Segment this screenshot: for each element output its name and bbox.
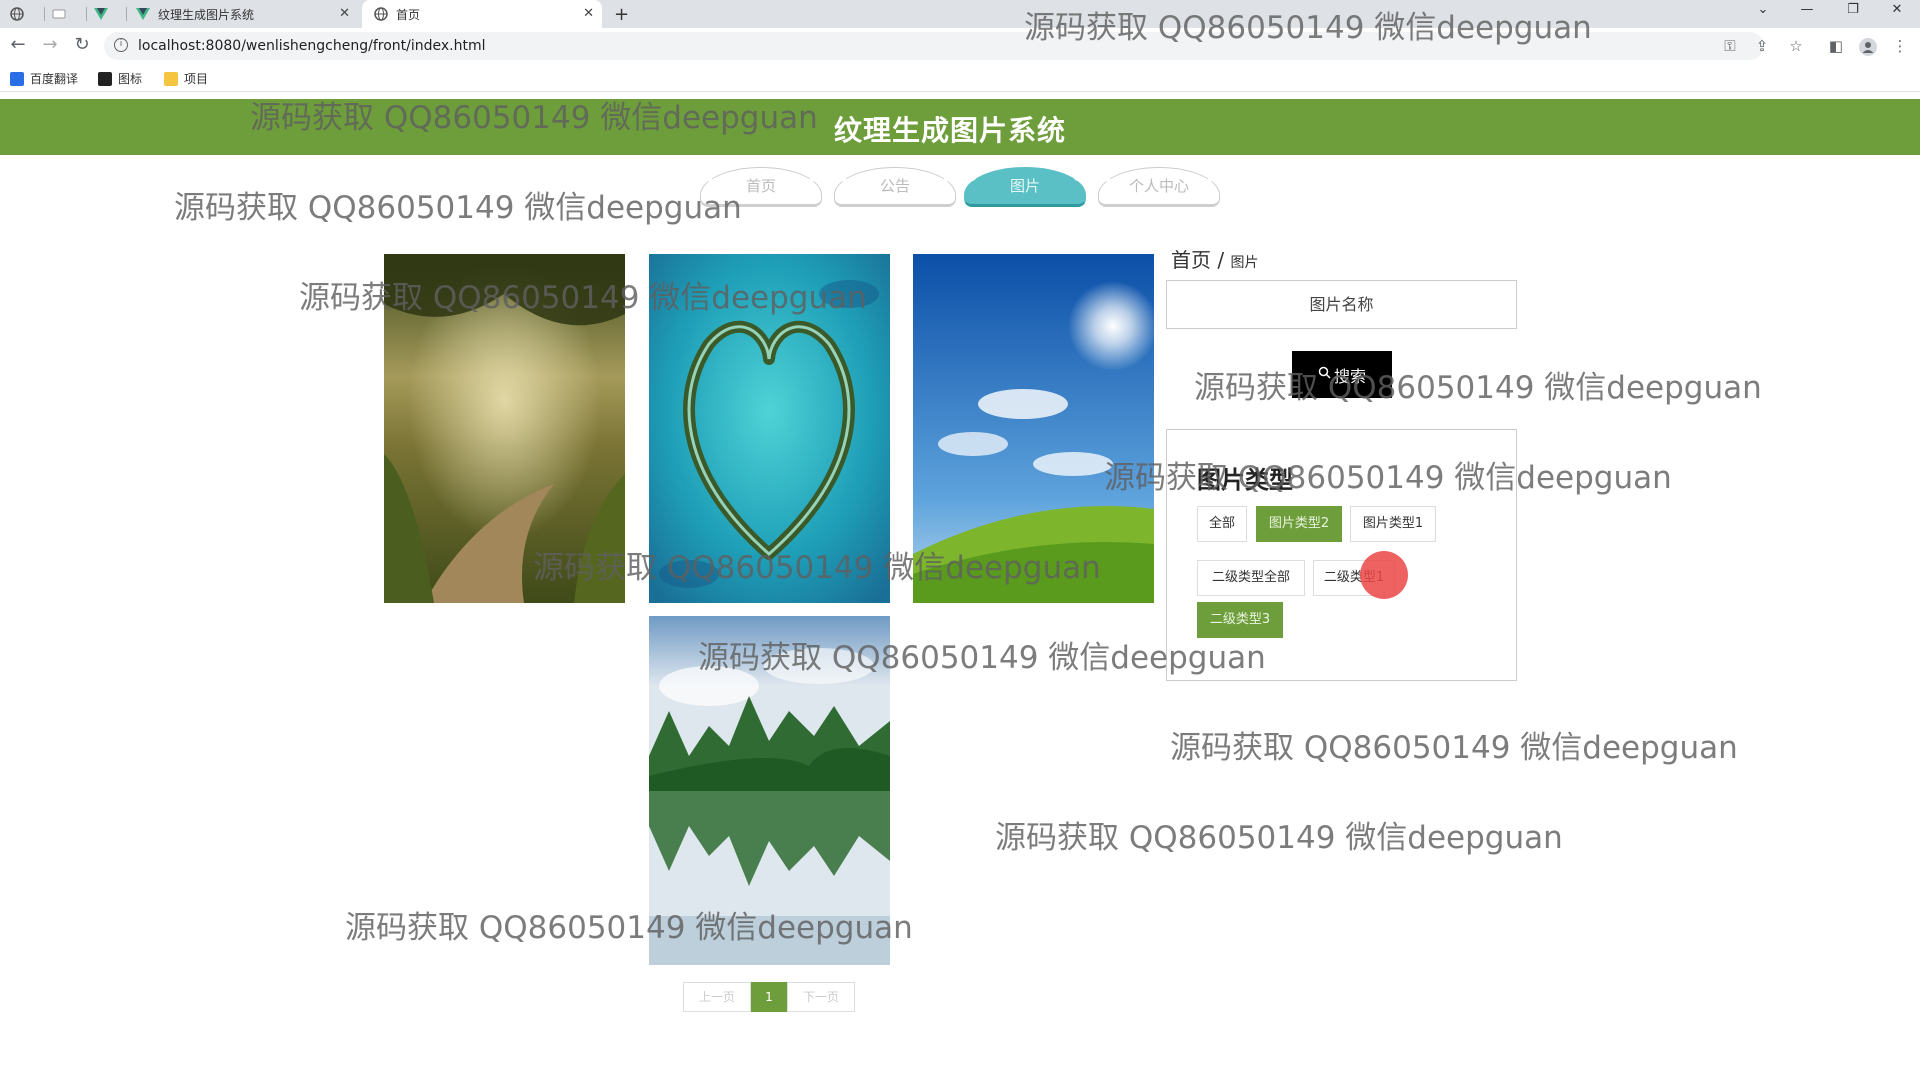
key-icon[interactable]: ⚿ (1720, 38, 1740, 54)
browser-tab-home[interactable]: 首页 ✕ (362, 0, 602, 28)
bookmark-label: 图标 (118, 72, 143, 86)
search-button[interactable]: 搜索 (1292, 351, 1392, 398)
pagination-label: 上一页 (698, 990, 735, 1004)
close-icon[interactable]: ✕ (583, 6, 594, 21)
search-button-label: 搜索 (1333, 368, 1366, 386)
browser-tab-bar: 纹理生成图片系统 ✕ 首页 ✕ + ⌄ — ❐ ✕ (0, 0, 1920, 28)
globe-icon (10, 7, 24, 21)
gallery-image-heart-island[interactable] (649, 254, 890, 603)
info-icon[interactable]: i (114, 38, 128, 52)
forward-arrow-icon[interactable]: → (40, 36, 60, 54)
chip-label: 图片类型2 (1268, 516, 1330, 531)
breadcrumb: 首页 / 图片 (1171, 244, 1258, 273)
subtype-chip-all[interactable]: 二级类型全部 (1197, 560, 1305, 596)
tab-search-chevron-down-icon[interactable]: ⌄ (1740, 2, 1786, 17)
watermark-text: 源码获取 QQ86050149 微信deepguan (1170, 730, 1738, 766)
bookmark-label: 百度翻译 (30, 72, 79, 86)
tab-label: 纹理生成图片系统 (158, 7, 255, 22)
translate-icon (10, 71, 24, 86)
globe-icon (374, 7, 388, 21)
nav-tab-personal-center[interactable]: 个人中心 (1098, 167, 1220, 207)
breadcrumb-current: 图片 (1230, 255, 1259, 271)
chip-label: 二级类型全部 (1211, 570, 1290, 585)
nav-tab-home[interactable]: 首页 (700, 167, 822, 207)
nav-tab-label: 公告 (879, 177, 910, 195)
site-title: 纹理生成图片系统 (833, 114, 1066, 147)
more-menu-icon[interactable]: ⋮ (1890, 38, 1910, 54)
back-arrow-icon[interactable]: ← (8, 36, 28, 54)
prev-page-button[interactable]: 上一页 (683, 982, 751, 1012)
window-close-icon[interactable]: ✕ (1874, 2, 1920, 17)
nav-tab-label: 首页 (745, 177, 776, 195)
folder-icon (164, 71, 178, 86)
nav-tab-notice[interactable]: 公告 (834, 167, 956, 207)
tab-label: 首页 (396, 7, 421, 22)
image-icon (98, 71, 112, 86)
new-tab-button[interactable]: + (614, 0, 634, 28)
bookmark-baidu-translate[interactable]: 百度翻译 (10, 70, 78, 87)
bookmarks-bar: 百度翻译 图标 项目 (0, 64, 1920, 92)
watermark-text: 源码获取 QQ86050149 微信deepguan (995, 820, 1563, 856)
gallery-image-forest-path[interactable] (384, 254, 625, 603)
bookmark-icons[interactable]: 图标 (98, 70, 142, 87)
side-panel-icon[interactable]: ◧ (1826, 38, 1846, 54)
filter-panel: 图片类型 全部 图片类型2 图片类型1 二级类型全部 二级类型1 二级类型3 (1166, 429, 1517, 681)
plus-icon: + (614, 3, 630, 25)
type-chip-all[interactable]: 全部 (1197, 506, 1247, 542)
browser-tab-pinned-1[interactable] (10, 0, 40, 28)
chip-label: 二级类型3 (1209, 612, 1271, 627)
star-icon[interactable]: ☆ (1786, 38, 1806, 54)
share-icon[interactable]: ⇪ (1752, 38, 1772, 54)
type-chip-2[interactable]: 图片类型2 (1256, 506, 1342, 542)
address-bar: ← → ↻ i localhost:8080/wenlishengcheng/f… (0, 28, 1920, 64)
pagination-label: 下一页 (802, 990, 839, 1004)
chip-label: 图片类型1 (1362, 516, 1424, 531)
pagination-label: 1 (765, 990, 773, 1004)
profile-icon[interactable] (1858, 38, 1878, 59)
nav-tab-label: 个人中心 (1128, 177, 1189, 195)
browser-tab-pinned-2[interactable] (52, 0, 82, 28)
site-header: 纹理生成图片系统 (0, 99, 1920, 155)
search-input[interactable] (1166, 280, 1517, 329)
gallery-image-blue-sky-meadow[interactable] (913, 254, 1154, 603)
breadcrumb-separator: / (1217, 248, 1225, 272)
vue-logo-icon (94, 7, 108, 21)
subtype-chip-3[interactable]: 二级类型3 (1197, 602, 1283, 638)
type-chip-1[interactable]: 图片类型1 (1350, 506, 1436, 542)
breadcrumb-home[interactable]: 首页 (1171, 248, 1211, 272)
url-text: localhost:8080/wenlishengcheng/front/ind… (138, 38, 486, 54)
chip-label: 全部 (1208, 516, 1235, 531)
bookmark-label: 项目 (184, 72, 209, 86)
watermark-text: 源码获取 QQ86050149 微信deepguan (174, 190, 742, 226)
reload-icon[interactable]: ↻ (72, 36, 92, 54)
close-icon[interactable]: ✕ (339, 6, 350, 21)
next-page-button[interactable]: 下一页 (787, 982, 855, 1012)
blank-page-icon (52, 7, 66, 21)
gallery-image-karst-lake[interactable] (649, 616, 890, 965)
url-field[interactable]: i localhost:8080/wenlishengcheng/front/i… (104, 32, 1768, 60)
search-icon (1318, 366, 1331, 384)
nav-tab-label: 图片 (1009, 177, 1040, 195)
browser-tab-system[interactable]: 纹理生成图片系统 ✕ (134, 0, 358, 28)
page-number-button[interactable]: 1 (751, 982, 787, 1012)
filter-title: 图片类型 (1197, 466, 1293, 494)
click-indicator (1360, 551, 1408, 599)
nav-tab-pictures[interactable]: 图片 (964, 167, 1086, 207)
watermark-text: 源码获取 QQ86050149 微信deepguan (1194, 370, 1762, 406)
minimize-icon[interactable]: — (1784, 2, 1830, 17)
bookmark-project-folder[interactable]: 项目 (164, 70, 208, 87)
restore-icon[interactable]: ❐ (1830, 2, 1876, 17)
browser-tab-pinned-3[interactable] (94, 0, 124, 28)
vue-logo-icon (136, 7, 150, 21)
